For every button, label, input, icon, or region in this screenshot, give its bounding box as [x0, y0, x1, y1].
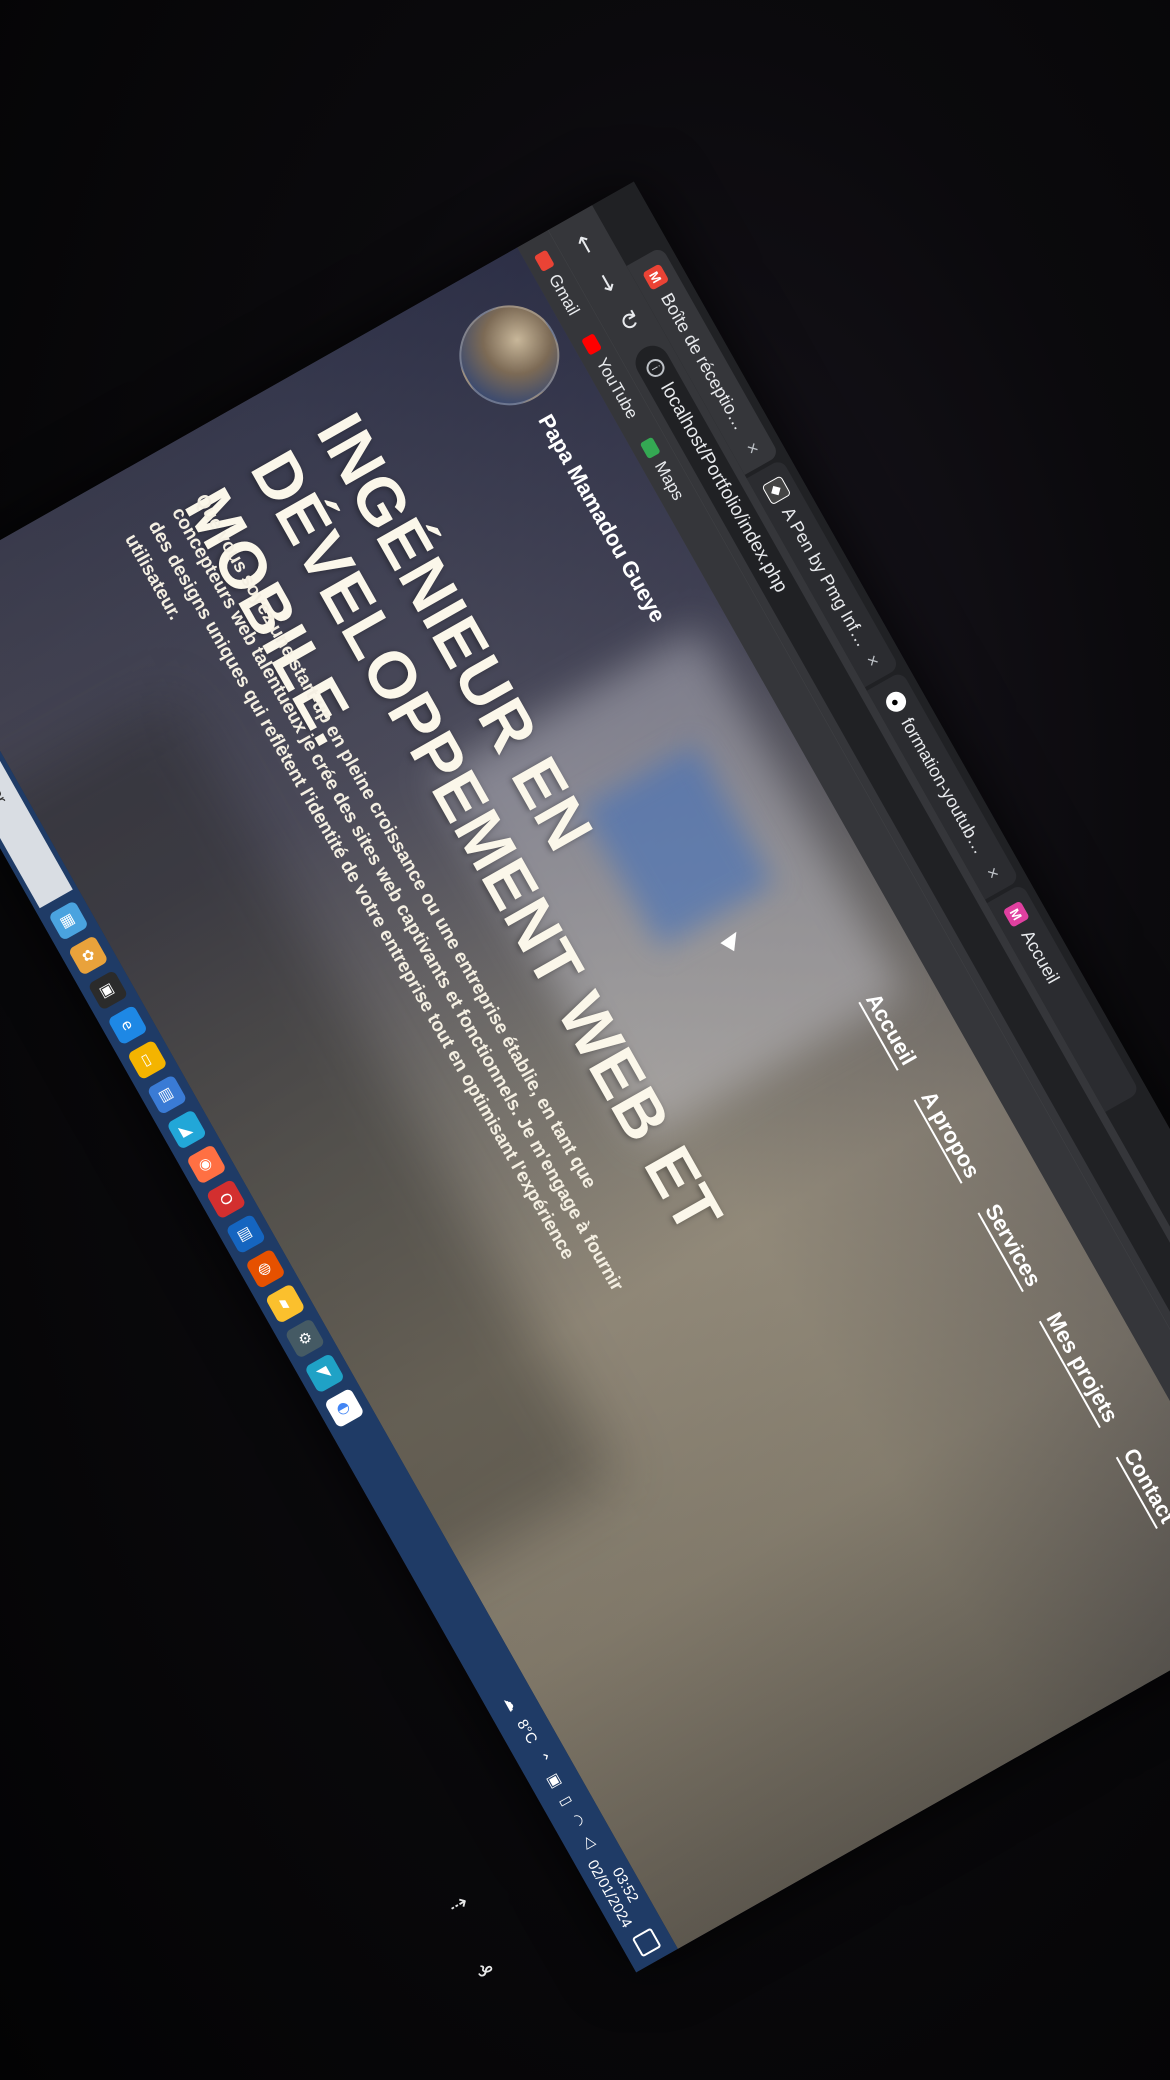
github-icon: ●	[882, 688, 910, 716]
gmail-icon	[533, 249, 555, 273]
tray-chevron-icon[interactable]: ⌃	[532, 1748, 554, 1768]
close-tab-icon[interactable]: ×	[741, 439, 765, 458]
tray-app-icon[interactable]: ▣	[544, 1770, 567, 1791]
codepen-icon: ◆	[761, 475, 792, 506]
sticky-notes-icon[interactable]: ▰	[264, 1283, 306, 1325]
network-icon[interactable]: ◠	[567, 1810, 589, 1831]
maps-icon	[639, 436, 661, 460]
nav-a-propos[interactable]: A propos	[915, 1087, 985, 1183]
weather-cloud-icon[interactable]: ☁	[500, 1693, 523, 1714]
widgets-icon[interactable]: ▦	[48, 900, 90, 942]
vscode-icon[interactable]: ◤	[304, 1352, 346, 1394]
volume-icon[interactable]: ◁	[579, 1832, 600, 1851]
firefox-icon[interactable]: ◉	[186, 1143, 227, 1185]
pinned-app-icon[interactable]: ▥	[225, 1213, 267, 1255]
task-view-icon[interactable]: ▣	[87, 969, 129, 1011]
close-tab-icon[interactable]: ×	[981, 863, 1005, 882]
edge-icon[interactable]: e	[107, 1004, 149, 1046]
forward-icon[interactable]: →	[589, 264, 626, 300]
pinned-app-icon[interactable]: ✿	[67, 935, 109, 976]
site-info-icon[interactable]: i	[643, 355, 668, 381]
notification-icon[interactable]	[631, 1927, 662, 1958]
store-icon[interactable]: ▤	[146, 1074, 188, 1116]
settings-gear-icon[interactable]: ⚙	[284, 1317, 326, 1359]
chrome-icon[interactable]: ◐	[323, 1387, 365, 1429]
accueil-icon: M	[1002, 900, 1030, 928]
gmail-icon: M	[642, 263, 670, 291]
pinned-app-icon[interactable]: ◍	[245, 1248, 286, 1290]
file-explorer-icon[interactable]: ▭	[126, 1039, 168, 1081]
back-icon[interactable]: ←	[567, 226, 604, 262]
weather-temp[interactable]: 8°C	[514, 1716, 541, 1746]
nav-services[interactable]: Services	[979, 1200, 1046, 1292]
nav-mes-projets[interactable]: Mes projets	[1041, 1308, 1123, 1427]
youtube-icon	[581, 333, 603, 357]
close-tab-icon[interactable]: ×	[861, 651, 885, 670]
opera-icon[interactable]: O	[205, 1178, 247, 1220]
nav-contact[interactable]: Contact	[1118, 1444, 1170, 1528]
battery-icon[interactable]: ▯	[557, 1793, 577, 1809]
nav-accueil[interactable]: Accueil	[860, 989, 921, 1070]
pinned-app-icon[interactable]: ◢	[166, 1109, 208, 1150]
reload-icon[interactable]: ↻	[610, 303, 647, 339]
